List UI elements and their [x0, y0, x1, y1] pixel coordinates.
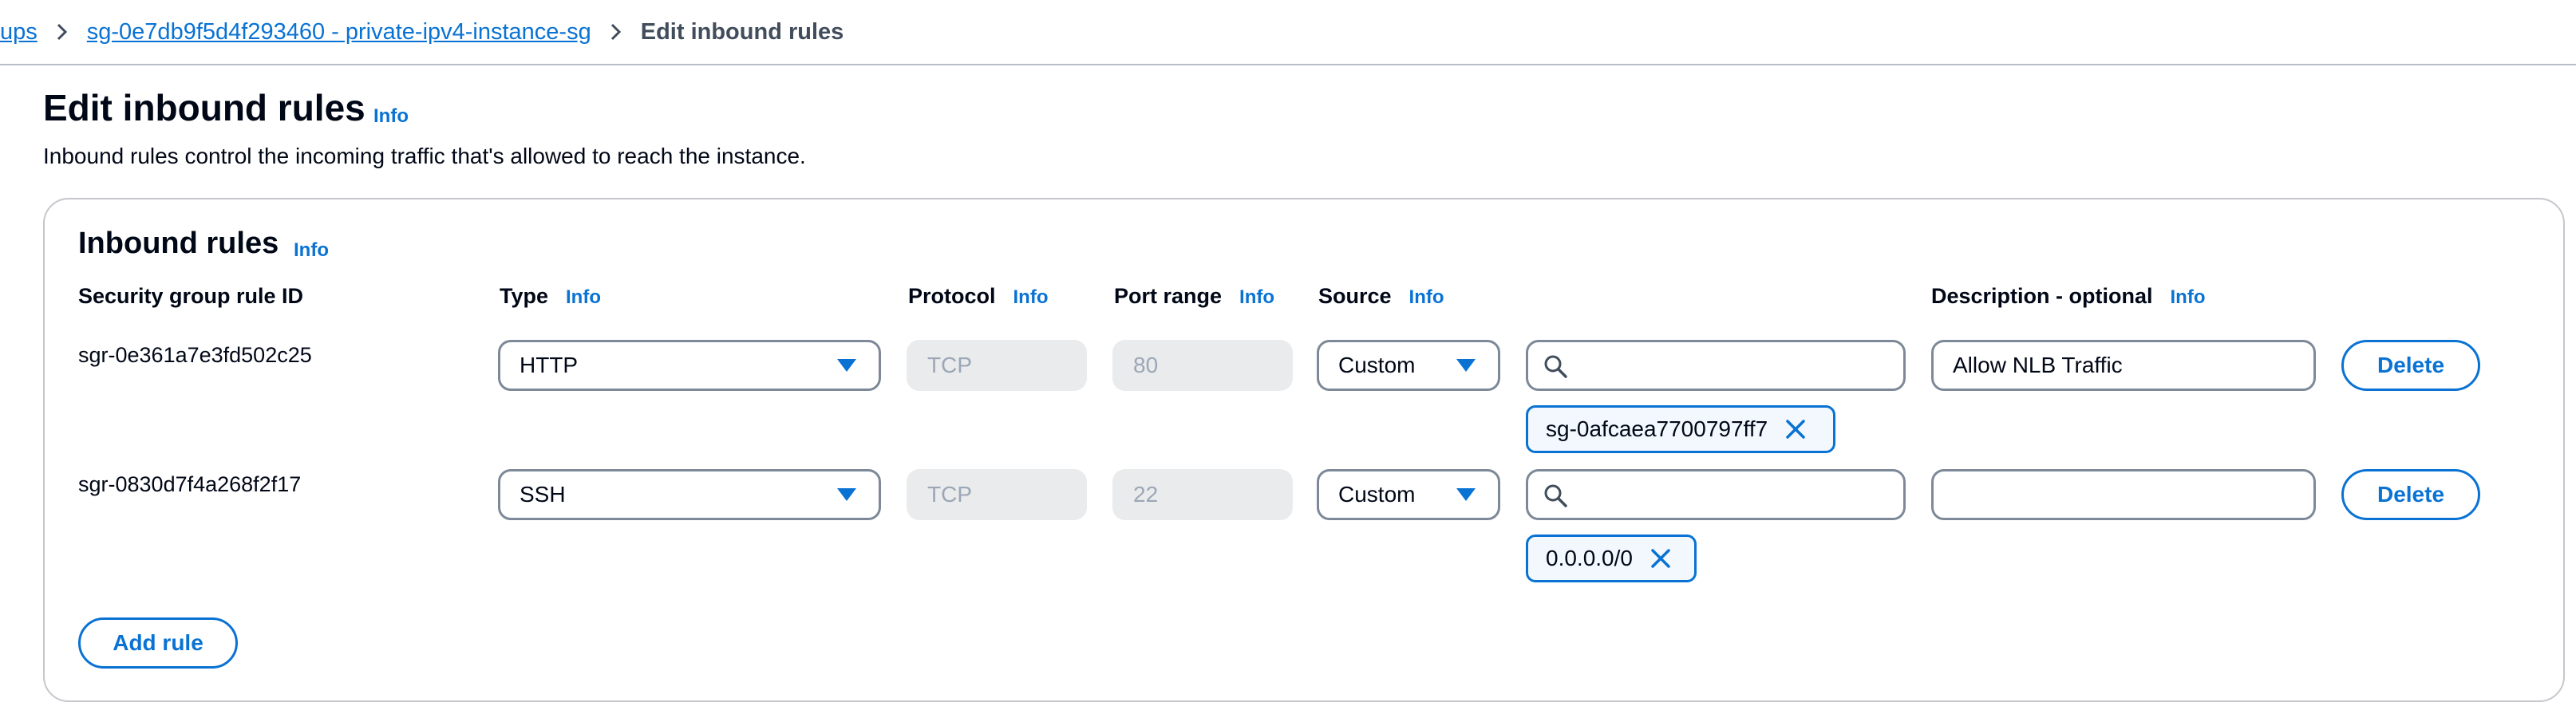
source-select-value: Custom	[1338, 353, 1416, 377]
close-icon[interactable]	[1784, 417, 1808, 441]
column-header-port-range-label: Port range	[1114, 284, 1223, 308]
description-input[interactable]	[1931, 469, 2316, 520]
column-header-source-label: Source	[1318, 284, 1392, 308]
source-select[interactable]: Custom	[1317, 469, 1500, 520]
column-header-description: Description - optional Info	[1931, 284, 2206, 309]
description-input[interactable]: Allow NLB Traffic	[1931, 340, 2316, 391]
protocol-field-value: TCP	[927, 353, 972, 377]
type-info-link[interactable]: Info	[566, 286, 601, 308]
delete-rule-button[interactable]: Delete	[2341, 469, 2480, 520]
column-header-source: Source Info	[1318, 284, 1444, 309]
page-title-info-link[interactable]: Info	[373, 105, 409, 128]
type-select-value: HTTP	[520, 353, 579, 377]
inbound-rules-panel: Inbound rules Info Security group rule I…	[43, 198, 2565, 702]
caret-down-icon	[837, 488, 856, 501]
page-title: Edit inbound rules	[43, 87, 365, 128]
column-header-rule-id-label: Security group rule ID	[78, 284, 304, 308]
column-header-type-label: Type	[500, 284, 549, 308]
breadcrumb: ups sg-0e7db9f5d4f293460 - private-ipv4-…	[0, 14, 844, 49]
rule-id: sgr-0830d7f4a268f2f17	[78, 472, 302, 496]
protocol-info-link[interactable]: Info	[1013, 286, 1049, 308]
column-header-description-label: Description - optional	[1931, 284, 2153, 308]
page-description: Inbound rules control the incoming traff…	[43, 144, 806, 168]
rule-id: sgr-0e361a7e3fd502c25	[78, 343, 312, 367]
column-header-protocol-label: Protocol	[908, 284, 996, 308]
panel-title: Inbound rules	[78, 227, 279, 260]
port-range-info-link[interactable]: Info	[1239, 286, 1274, 308]
header-divider	[0, 64, 2576, 65]
source-token: 0.0.0.0/0	[1526, 535, 1697, 582]
column-header-rule-id: Security group rule ID	[78, 284, 303, 309]
source-select-value: Custom	[1338, 482, 1416, 507]
breadcrumb-security-groups-link[interactable]: ups	[0, 19, 38, 45]
chevron-right-icon	[38, 22, 87, 41]
protocol-field: TCP	[907, 469, 1087, 520]
port-range-field-value: 22	[1133, 482, 1159, 507]
source-search-input[interactable]	[1526, 469, 1906, 520]
protocol-field: TCP	[907, 340, 1087, 391]
column-header-type: Type Info	[500, 284, 601, 309]
column-header-protocol: Protocol Info	[908, 284, 1049, 309]
type-select[interactable]: SSH	[498, 469, 881, 520]
protocol-field-value: TCP	[927, 482, 972, 507]
source-select[interactable]: Custom	[1317, 340, 1500, 391]
caret-down-icon	[1456, 359, 1476, 372]
column-header-port-range: Port range Info	[1114, 284, 1274, 309]
port-range-field-value: 80	[1133, 353, 1159, 377]
panel-info-link[interactable]: Info	[294, 239, 329, 262]
port-range-field: 80	[1112, 340, 1293, 391]
delete-rule-button[interactable]: Delete	[2341, 340, 2480, 391]
source-token-label: 0.0.0.0/0	[1546, 546, 1633, 570]
source-search-input[interactable]	[1526, 340, 1906, 391]
breadcrumb-current: Edit inbound rules	[640, 18, 844, 45]
search-icon	[1544, 484, 1567, 507]
source-info-link[interactable]: Info	[1409, 286, 1444, 308]
description-info-link[interactable]: Info	[2171, 286, 2206, 308]
breadcrumb-security-group-link[interactable]: sg-0e7db9f5d4f293460 - private-ipv4-inst…	[87, 19, 591, 45]
source-token-label: sg-0afcaea7700797ff7	[1546, 416, 1768, 441]
caret-down-icon	[837, 359, 856, 372]
close-icon[interactable]	[1649, 546, 1673, 570]
description-input-value: Allow NLB Traffic	[1953, 353, 2123, 377]
chevron-right-icon	[591, 22, 641, 41]
add-rule-button[interactable]: Add rule	[78, 617, 238, 669]
type-select-value: SSH	[520, 482, 566, 507]
search-icon	[1544, 355, 1567, 378]
type-select[interactable]: HTTP	[498, 340, 881, 391]
caret-down-icon	[1456, 488, 1476, 501]
port-range-field: 22	[1112, 469, 1293, 520]
source-token: sg-0afcaea7700797ff7	[1526, 405, 1835, 453]
